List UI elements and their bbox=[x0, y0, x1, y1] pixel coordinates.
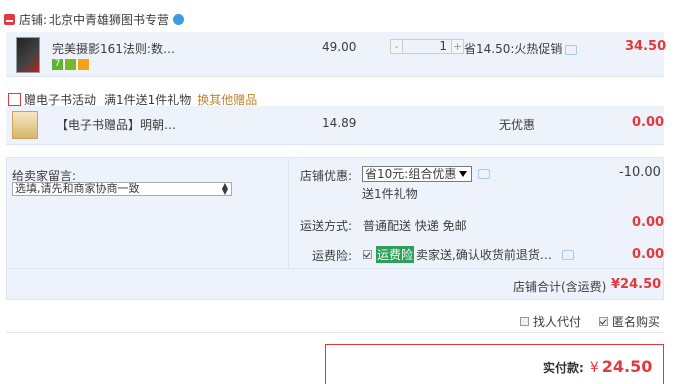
insurance-row: 运费险 卖家送,确认收货前退货… bbox=[363, 246, 574, 263]
shop-prefix: 店铺: bbox=[19, 12, 48, 27]
shipping-method: 普通配送 快递 免邮 bbox=[363, 219, 467, 233]
shipping-label: 运送方式: bbox=[300, 219, 353, 233]
gift-subtotal: 0.00 bbox=[632, 115, 665, 130]
gift-price: 14.89 bbox=[322, 116, 357, 130]
insurance-desc: 卖家送,确认收货前退货… bbox=[416, 248, 552, 262]
unit-price: 49.00 bbox=[322, 40, 357, 54]
gift-title-link[interactable]: 【电子书赠品】明朝… bbox=[56, 116, 176, 133]
shop-header: 店铺: 北京中青雄狮图书专营 bbox=[0, 9, 185, 29]
quantity-minus-button[interactable]: - bbox=[390, 39, 403, 54]
shop-total-amount: ¥24.50 bbox=[611, 277, 662, 292]
chevron-down-icon bbox=[459, 171, 467, 177]
options-divider bbox=[6, 332, 664, 333]
shop-discount-amount: -10.00 bbox=[619, 165, 661, 180]
shop-discount-gift: 送1件礼物 bbox=[362, 187, 418, 201]
quantity-plus-button[interactable]: + bbox=[451, 39, 464, 54]
shop-discount-selected: 省10元:组合优惠 bbox=[365, 167, 457, 181]
shop-discount-row: 省10元:组合优惠 bbox=[362, 166, 490, 182]
shop-total-divider bbox=[6, 268, 664, 269]
message-input[interactable]: 选填,请先和商家协商一致 ▲ ▼ bbox=[12, 182, 232, 196]
order-detail-divider bbox=[288, 158, 289, 268]
shop-icon bbox=[4, 13, 15, 25]
quantity-stepper: - 1 + bbox=[390, 39, 464, 54]
anonymous-option[interactable]: 匿名购买 bbox=[599, 313, 660, 330]
payment-label: 实付款: bbox=[543, 361, 584, 375]
insurance-amount: 0.00 bbox=[632, 247, 665, 262]
promotion-label: 省14.50:火热促销 bbox=[464, 42, 563, 56]
anonymous-label: 匿名购买 bbox=[612, 315, 661, 329]
gift-promotion: 无优惠 bbox=[499, 118, 536, 132]
anonymous-checkbox[interactable] bbox=[599, 317, 608, 326]
insurance-info-icon[interactable] bbox=[561, 249, 574, 260]
message-scroll-arrows-icon[interactable]: ▲ ▼ bbox=[222, 182, 228, 196]
proxy-pay-checkbox[interactable] bbox=[520, 317, 529, 326]
shop-total-label: 店铺合计(含运费) bbox=[513, 280, 607, 294]
proxy-pay-label: 找人代付 bbox=[533, 315, 582, 329]
message-placeholder: 选填,请先和商家协商一致 bbox=[15, 182, 140, 195]
product-thumbnail[interactable] bbox=[16, 37, 40, 73]
credit-card-badge-icon bbox=[78, 59, 89, 70]
promotion-text: 省14.50:火热促销 bbox=[464, 40, 578, 57]
item-subtotal: 34.50 bbox=[625, 39, 667, 54]
shop-discount-select[interactable]: 省10元:组合优惠 bbox=[362, 166, 472, 182]
product-title-link[interactable]: 完美摄影161法则:数… bbox=[52, 40, 175, 57]
shop-name-link[interactable]: 北京中青雄狮图书专营 bbox=[49, 11, 169, 28]
shop-discount-label: 店铺优惠: bbox=[300, 169, 353, 183]
gift-icon bbox=[8, 93, 21, 106]
insurance-tag: 运费险 bbox=[376, 246, 415, 263]
payment-row: 实付款: ¥ 24.50 bbox=[543, 357, 652, 376]
wangwang-chat-icon[interactable] bbox=[173, 13, 185, 25]
insurance-checkbox[interactable] bbox=[363, 250, 372, 259]
guarantee-badge-icon bbox=[65, 59, 76, 70]
gift-thumbnail[interactable] bbox=[12, 111, 38, 139]
seven-day-return-badge: 7 bbox=[52, 59, 63, 70]
service-badges: 7 bbox=[52, 59, 91, 70]
payment-currency: ¥ bbox=[589, 360, 599, 376]
payment-amount: 24.50 bbox=[601, 357, 653, 376]
insurance-label: 运费险: bbox=[312, 249, 353, 263]
discount-info-icon[interactable] bbox=[478, 169, 490, 179]
promo-info-icon[interactable] bbox=[565, 44, 578, 55]
quantity-input[interactable]: 1 bbox=[403, 39, 451, 54]
shipping-amount: 0.00 bbox=[632, 215, 665, 230]
proxy-pay-option[interactable]: 找人代付 bbox=[520, 313, 581, 330]
